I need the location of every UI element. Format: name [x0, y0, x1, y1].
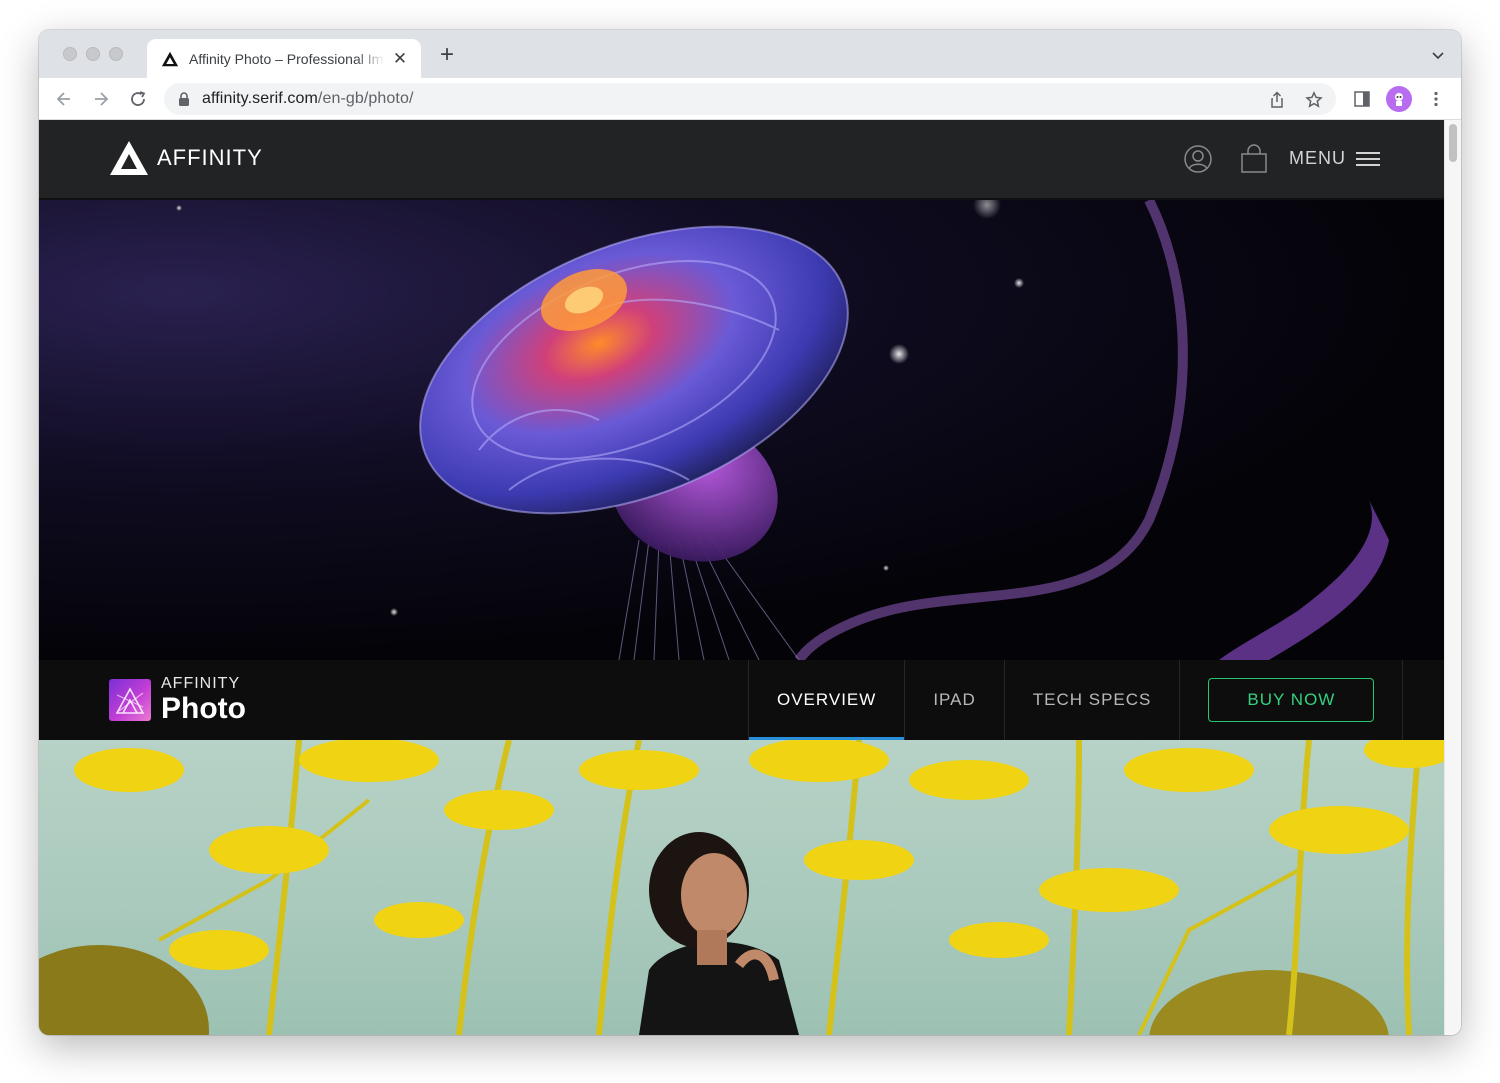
share-icon[interactable]	[1268, 91, 1286, 109]
close-window-button[interactable]	[63, 47, 77, 61]
close-icon[interactable]: ✕	[391, 49, 409, 68]
reload-icon[interactable]	[126, 87, 150, 111]
chevron-down-icon[interactable]	[1431, 48, 1445, 62]
browser-tab[interactable]: Affinity Photo – Professional Image Edit…	[147, 39, 421, 78]
scrollbar[interactable]	[1444, 120, 1461, 1035]
scroll-thumb[interactable]	[1449, 124, 1457, 162]
buy-now-button[interactable]: BUY NOW	[1208, 678, 1375, 722]
avatar[interactable]	[1386, 86, 1412, 112]
star-icon[interactable]	[1305, 91, 1323, 109]
zoom-window-button[interactable]	[109, 47, 123, 61]
hero-image	[39, 200, 1444, 660]
lock-icon	[179, 92, 189, 106]
menu-label: MENU	[1289, 148, 1346, 168]
jellyfish-illustration	[176, 200, 1389, 660]
tab-title: Affinity Photo – Professional Image Edit…	[189, 50, 385, 67]
forward-icon[interactable]	[89, 87, 113, 111]
affinity-triangle-icon	[110, 141, 148, 175]
product-kicker: AFFINITY	[161, 675, 241, 692]
tab-strip: Affinity Photo – Professional Image Edit…	[39, 30, 1461, 78]
user-icon[interactable]	[1183, 144, 1213, 174]
feature-image	[39, 740, 1444, 1035]
more-icon[interactable]	[1427, 90, 1445, 108]
tab-tech-specs[interactable]: TECH SPECS	[1003, 660, 1180, 740]
browser-window: Affinity Photo – Professional Image Edit…	[39, 30, 1461, 1035]
site-header: AFFINITY MENU	[39, 120, 1444, 200]
plus-icon[interactable]: +	[435, 43, 459, 68]
product-tabs: OVERVIEW IPAD TECH SPECS BUY NOW	[748, 660, 1404, 740]
product-name: Photo	[161, 692, 246, 725]
tab-ipad[interactable]: IPAD	[904, 660, 1003, 740]
affinity-photo-icon	[109, 679, 151, 721]
buy-now-wrapper: BUY NOW	[1179, 660, 1404, 740]
page-viewport: AFFINITY MENU AFFINITY Photo OVERVIEW IP…	[39, 120, 1444, 1035]
tab-overview[interactable]: OVERVIEW	[748, 660, 905, 740]
affinity-logo[interactable]: AFFINITY	[109, 140, 263, 176]
address-bar[interactable]: affinity.serif.com/en-gb/photo/	[164, 83, 1336, 115]
affinity-favicon-icon	[161, 51, 179, 66]
bag-icon[interactable]	[1239, 144, 1269, 174]
product-nav-bar: AFFINITY Photo OVERVIEW IPAD TECH SPECS …	[39, 660, 1444, 740]
affinity-photo-logo[interactable]: AFFINITY Photo	[109, 676, 246, 724]
yellow-flowers-photo	[39, 740, 1444, 1035]
url-text: affinity.serif.com/en-gb/photo/	[202, 90, 414, 107]
back-icon[interactable]	[52, 87, 76, 111]
minimize-window-button[interactable]	[86, 47, 100, 61]
browser-toolbar: affinity.serif.com/en-gb/photo/	[39, 78, 1461, 120]
side-panel-icon[interactable]	[1353, 90, 1371, 108]
brand-name: AFFINITY	[157, 145, 263, 170]
hamburger-icon	[1356, 151, 1380, 166]
menu-button[interactable]: MENU	[1289, 148, 1380, 169]
